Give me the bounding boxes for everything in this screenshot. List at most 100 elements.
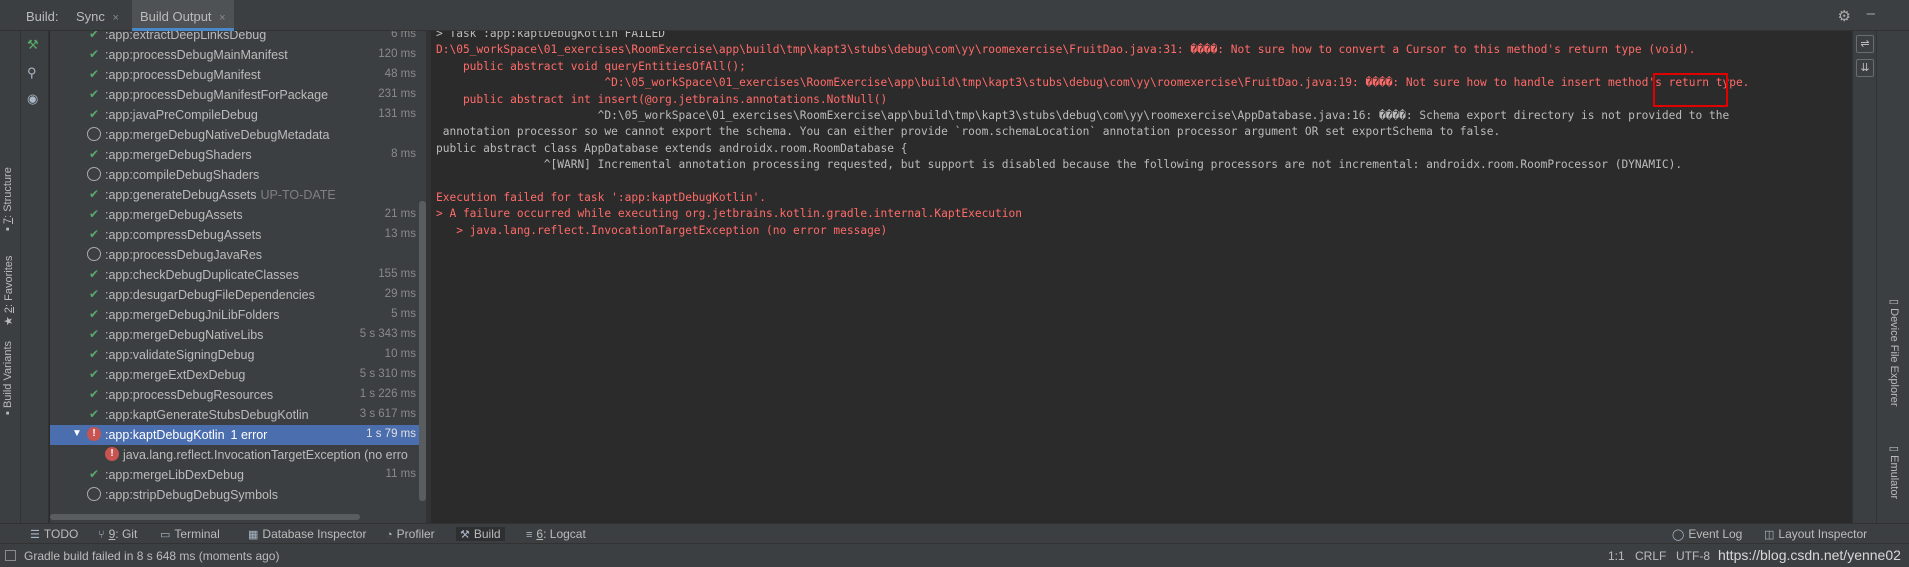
success-check-icon: ✔	[88, 67, 100, 81]
structure-icon: ▪	[2, 227, 14, 231]
console-actions-column: ⇌ ⇊	[1852, 31, 1876, 523]
task-row[interactable]: ✔:app:processDebugManifest 48 ms	[50, 65, 426, 85]
task-name-text: :app:processDebugMainManifest	[105, 48, 288, 62]
profiler-tool-button[interactable]: ◔ Profiler	[386, 527, 435, 541]
task-name-text: :app:validateSigningDebug	[105, 348, 255, 362]
task-row[interactable]: ✔:app:checkDebugDuplicateClasses 155 ms	[50, 265, 426, 285]
emulator-tab[interactable]: ▯ Emulator	[1888, 446, 1901, 499]
skipped-icon	[87, 127, 101, 141]
database-inspector-tool-button[interactable]: ▦ Database Inspector	[248, 527, 366, 541]
skipped-icon	[87, 167, 101, 181]
build-actions-column: ⚒ ⚲ ◉	[21, 31, 49, 523]
caret-position[interactable]: 1:1	[1608, 549, 1625, 563]
success-check-icon: ✔	[88, 147, 100, 161]
task-row[interactable]: ✔:app:processDebugResources 1 s 226 ms	[50, 385, 426, 405]
task-row[interactable]: ✔:app:mergeExtDexDebug 5 s 310 ms	[50, 365, 426, 385]
hammer-icon[interactable]: ⚒	[27, 37, 39, 53]
scroll-to-end-icon[interactable]: ⇊	[1856, 59, 1874, 77]
task-name: :app:extractDeepLinksDebug	[105, 31, 266, 42]
expand-arrow-icon[interactable]: ▼	[72, 428, 82, 439]
git-tool-button[interactable]: ⑂ 9: Git	[98, 527, 137, 541]
success-check-icon: ✔	[88, 267, 100, 281]
git-icon: ⑂	[98, 529, 105, 541]
right-tool-strip: ▯ Device File Explorer ▯ Emulator	[1876, 31, 1909, 523]
task-row[interactable]: ✔ :app:processDebugManifestForPackage 231 …	[50, 85, 426, 105]
tab-sync-label: Sync	[76, 9, 105, 24]
success-check-icon: ✔	[88, 367, 100, 381]
task-row[interactable]: ✔:app:desugarDebugFileDependencies 29 ms	[50, 285, 426, 305]
task-name: :app:kaptDebugKotlin 1 error	[105, 428, 267, 442]
file-encoding[interactable]: UTF-8	[1676, 549, 1710, 563]
console-line: > A failure occurred while executing org…	[436, 207, 1022, 221]
task-duration: 10 ms	[384, 348, 416, 360]
window-layout-icon[interactable]	[5, 550, 16, 561]
success-check-icon: ✔	[88, 87, 100, 101]
emulator-icon: ▯	[1888, 446, 1900, 453]
task-row[interactable]: :app:mergeDebugNativeDebugMetadata	[50, 125, 426, 145]
tree-vertical-scrollbar[interactable]	[419, 201, 426, 501]
tree-horizontal-scrollbar[interactable]	[50, 514, 360, 520]
task-row[interactable]: ✔:app:mergeDebugAssets 21 ms	[50, 205, 426, 225]
close-icon[interactable]: ×	[113, 12, 119, 24]
task-row[interactable]: :app:processDebugJavaRes	[50, 245, 426, 265]
line-separator[interactable]: CRLF	[1635, 549, 1666, 563]
task-name-text: :app:mergeDebugNativeLibs	[105, 328, 264, 342]
structure-tool-tab[interactable]: ▪ 7: Structure	[2, 167, 14, 231]
tab-sync[interactable]: Sync ×	[68, 0, 127, 31]
logcat-tool-button[interactable]: ≡ 6: Logcat	[526, 527, 586, 541]
gear-icon[interactable]: ⚙	[1838, 7, 1851, 25]
task-name: :app:generateDebugAssets UP-TO-DATE	[105, 188, 336, 202]
task-name: :app:processDebugManifestForPackage	[105, 88, 328, 102]
task-duration: 5 ms	[391, 308, 416, 320]
task-name-text: :app:kaptDebugKotlin	[105, 428, 225, 442]
build-tool-button[interactable]: ⚒ Build	[456, 527, 505, 541]
minimize-icon[interactable]: –	[1867, 5, 1875, 22]
task-row[interactable]: ✔:app:mergeDebugNativeLibs 5 s 343 ms	[50, 325, 426, 345]
task-row[interactable]: ✔ :app:validateSigningDebug 10 ms	[50, 345, 426, 365]
favorites-tool-tab[interactable]: ★ 2: Favorites	[2, 256, 15, 326]
terminal-tool-button[interactable]: ▭ Terminal	[160, 527, 220, 541]
task-row[interactable]: ✔:app:generateDebugAssets UP-TO-DATE	[50, 185, 426, 205]
task-row[interactable]: ▼!:app:kaptDebugKotlin 1 error 1 s 79 ms	[50, 425, 426, 445]
success-check-icon: ✔	[88, 31, 100, 41]
task-name-text: :app:mergeDebugJniLibFolders	[105, 308, 280, 322]
task-row[interactable]: ✔:app:extractDeepLinksDebug 6 ms	[50, 31, 426, 45]
task-row[interactable]: :app:compileDebugShaders	[50, 165, 426, 185]
task-duration: 231 ms	[378, 88, 416, 100]
close-icon[interactable]: ×	[219, 12, 225, 24]
pin-icon[interactable]: ⚲	[27, 65, 37, 81]
task-name-text: :app:compressDebugAssets	[105, 228, 262, 242]
task-name: :app:processDebugResources	[105, 388, 273, 402]
eye-icon[interactable]: ◉	[27, 91, 38, 107]
task-name-text: java.lang.reflect.InvocationTargetExcept…	[123, 448, 408, 462]
console-line: > java.lang.reflect.InvocationTargetExce…	[436, 223, 888, 237]
event-log-tool-button[interactable]: ◯ Event Log	[1672, 527, 1742, 541]
task-row[interactable]: ✔:app:javaPreCompileDebug 131 ms	[50, 105, 426, 125]
task-row[interactable]: ✔:app:mergeDebugJniLibFolders 5 ms	[50, 305, 426, 325]
star-icon: ★	[3, 316, 15, 326]
task-row[interactable]: ! java.lang.reflect.InvocationTargetExcep…	[50, 445, 426, 465]
error-icon: !	[105, 447, 119, 461]
success-check-icon: ✔	[88, 347, 100, 361]
terminal-icon: ▭	[160, 529, 171, 541]
list-icon: ☰	[30, 529, 40, 541]
console-line: ^D:\05_workSpace\01_exercises\RoomExerci…	[436, 76, 1750, 90]
console-line: Execution failed for task ':app:kaptDebu…	[436, 191, 767, 204]
up-to-date-label: UP-TO-DATE	[260, 188, 336, 202]
task-row[interactable]: ✔:app:mergeDebugShaders 8 ms	[50, 145, 426, 165]
status-message[interactable]: Gradle build failed in 8 s 648 ms (momen…	[24, 549, 279, 563]
build-variants-tool-tab[interactable]: ▪ Build Variants	[2, 341, 14, 415]
layout-inspector-tool-button[interactable]: ◫ Layout Inspector	[1764, 527, 1867, 541]
task-row[interactable]: :app:stripDebugDebugSymbols	[50, 485, 426, 505]
task-name: :app:mergeDebugNativeLibs	[105, 328, 263, 342]
task-row[interactable]: ✔:app:compressDebugAssets 13 ms	[50, 225, 426, 245]
device-file-explorer-tab[interactable]: ▯ Device File Explorer	[1888, 299, 1901, 407]
task-row[interactable]: ✔:app:mergeLibDexDebug 11 ms	[50, 465, 426, 485]
soft-wrap-icon[interactable]: ⇌	[1856, 35, 1874, 53]
task-row[interactable]: ✔:app:processDebugMainManifest 120 ms	[50, 45, 426, 65]
todo-tool-button[interactable]: ☰ TODO	[30, 527, 78, 541]
console-line: > Task :app:kaptDebugKotlin FAILED	[436, 31, 666, 40]
task-row[interactable]: ✔:app:kaptGenerateStubsDebugKotlin 3 s 61…	[50, 405, 426, 425]
tab-build-output[interactable]: Build Output ×	[132, 0, 234, 31]
task-duration: 5 s 310 ms	[359, 368, 416, 380]
